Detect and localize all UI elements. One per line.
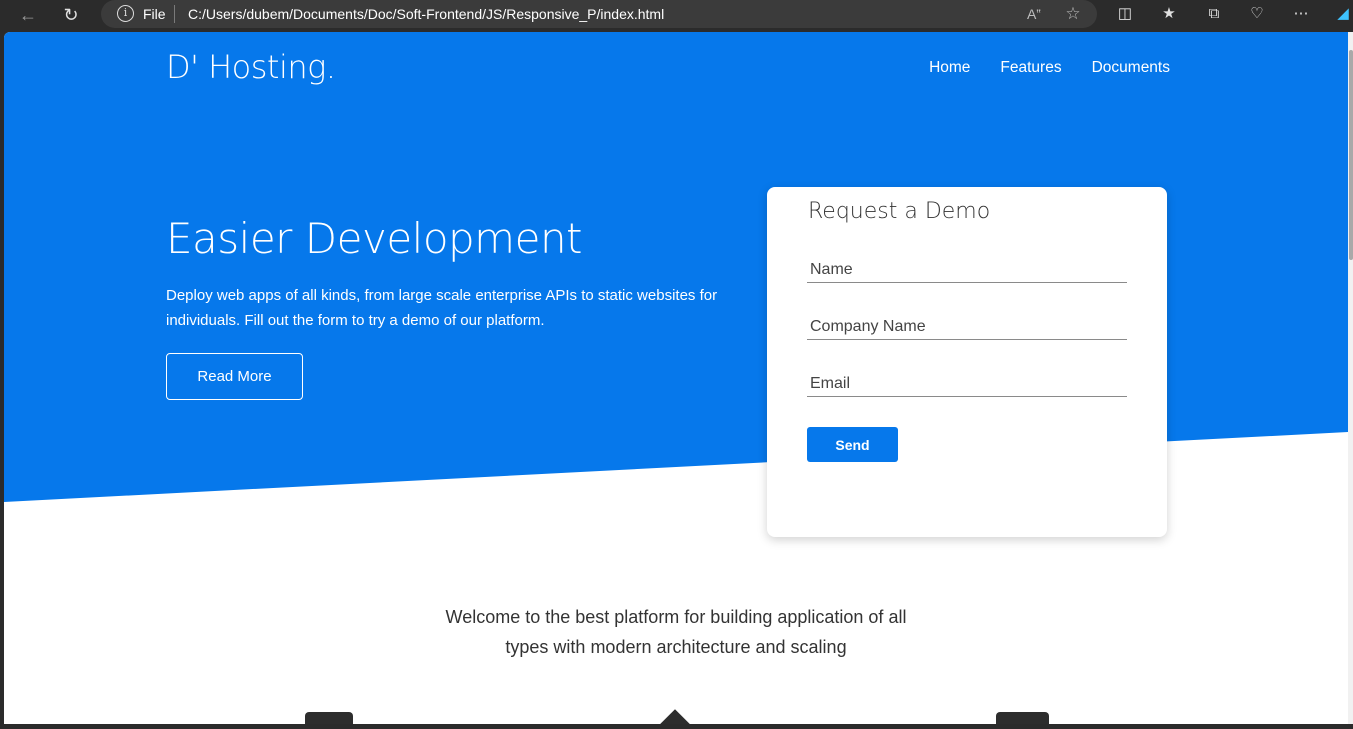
info-icon[interactable]: i (117, 5, 134, 22)
page-viewport: D' Hosting. Home Features Documents Easi… (4, 32, 1348, 724)
request-demo-card: Request a Demo Send (767, 187, 1167, 537)
address-bar[interactable]: i File C:/Users/dubem/Documents/Doc/Soft… (101, 0, 1097, 28)
name-field[interactable] (807, 257, 1127, 283)
browser-toolbar: ← ↻ i File C:/Users/dubem/Documents/Doc/… (0, 0, 1353, 30)
browser-essentials-icon[interactable]: ♡ (1245, 3, 1269, 25)
welcome-text: Welcome to the best platform for buildin… (4, 602, 1348, 662)
hero-description: Deploy web apps of all kinds, from large… (166, 287, 718, 329)
site-logo[interactable]: D' Hosting. (166, 48, 336, 86)
company-name-field[interactable] (807, 314, 1127, 340)
read-aloud-icon[interactable]: A‟ (1023, 4, 1045, 24)
collections-icon[interactable]: ⧉ (1202, 3, 1226, 25)
copilot-icon[interactable]: ◢ (1331, 3, 1353, 25)
demo-form-title: Request a Demo (808, 199, 991, 224)
nav-home[interactable]: Home (929, 59, 970, 77)
reload-icon[interactable]: ↻ (58, 3, 84, 27)
nav-features[interactable]: Features (1000, 59, 1061, 77)
send-button[interactable]: Send (807, 427, 898, 462)
address-url[interactable]: C:/Users/dubem/Documents/Doc/Soft-Fronte… (188, 6, 664, 22)
nav-documents[interactable]: Documents (1092, 59, 1170, 77)
feature-box-icon (996, 712, 1049, 724)
feature-server-icon (305, 712, 353, 724)
feature-layers-icon (655, 709, 695, 724)
address-separator (174, 5, 175, 23)
more-options-icon[interactable]: ⋯ (1289, 3, 1313, 25)
hero-title: Easier Development (166, 214, 583, 263)
favorite-star-icon[interactable]: ☆ (1062, 4, 1084, 24)
split-screen-icon[interactable]: ◫ (1113, 3, 1137, 25)
address-scheme: File (143, 6, 166, 22)
read-more-button[interactable]: Read More (166, 353, 303, 400)
email-field[interactable] (807, 371, 1127, 397)
back-icon[interactable]: ← (15, 3, 41, 27)
welcome-line-2: types with modern architecture and scali… (505, 637, 847, 657)
scrollbar-thumb[interactable] (1349, 50, 1353, 260)
welcome-line-1: Welcome to the best platform for buildin… (445, 607, 907, 627)
main-nav: Home Features Documents (929, 59, 1170, 77)
favorites-icon[interactable]: ★ (1157, 3, 1181, 25)
